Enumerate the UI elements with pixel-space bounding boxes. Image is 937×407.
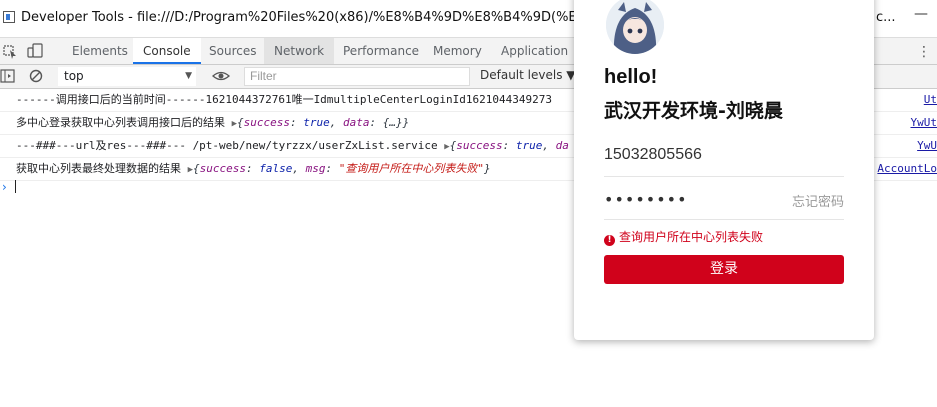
context-selector[interactable]: top ▼ xyxy=(58,67,196,86)
chevron-down-icon: ▼ xyxy=(185,71,192,81)
login-card: hello! 武汉开发环境-刘晓晨 15032805566 •••••••• 忘… xyxy=(574,0,874,340)
expand-triangle-icon: ▶ xyxy=(187,165,194,175)
filter-input[interactable]: Filter xyxy=(244,67,470,86)
log-text: 获取中心列表最终处理数据的结果 xyxy=(16,162,181,175)
minimize-button[interactable]: — xyxy=(914,6,928,22)
log-message-4: 获取中心列表最终处理数据的结果 ▶{success: false, msg: "… xyxy=(16,158,491,181)
obj-data-partial: da xyxy=(555,139,569,152)
environment-title: 武汉开发环境-刘晓晨 xyxy=(604,100,783,122)
avatar xyxy=(606,0,664,54)
tab-sources[interactable]: Sources xyxy=(199,38,266,64)
device-toolbar-icon[interactable] xyxy=(24,38,48,64)
obj-data: {…} xyxy=(382,116,403,129)
divider xyxy=(604,176,844,177)
phone-field[interactable]: 15032805566 xyxy=(604,146,702,164)
window-title: Developer Tools - file:///D:/Program%20F… xyxy=(21,10,644,25)
forgot-password-link[interactable]: 忘记密码 xyxy=(792,191,844,210)
console-prompt-icon: › xyxy=(2,180,7,194)
log-message-2: 多中心登录获取中心列表调用接口后的结果 ▶{success: true, dat… xyxy=(16,112,409,135)
inspect-element-icon[interactable] xyxy=(0,38,24,64)
error-icon: ! xyxy=(604,235,615,246)
sidebar-toggle-icon[interactable] xyxy=(0,68,16,88)
tab-application[interactable]: Application xyxy=(491,38,578,64)
expand-triangle-icon: ▶ xyxy=(444,142,450,152)
obj-success: true xyxy=(515,139,543,152)
source-link[interactable]: AccountLo xyxy=(877,158,937,180)
login-button[interactable]: 登录 xyxy=(604,255,844,284)
source-link[interactable]: YwU xyxy=(917,135,937,157)
error-text: 查询用户所在中心列表失败 xyxy=(619,230,764,244)
log-text: 多中心登录获取中心列表调用接口后的结果 xyxy=(16,116,225,129)
source-link[interactable]: YwUt xyxy=(911,112,937,134)
console-input[interactable] xyxy=(15,180,16,193)
tab-console[interactable]: Console xyxy=(133,38,201,64)
log-object[interactable]: ▶{success: true, data: {…}} xyxy=(232,116,410,129)
log-levels-dropdown[interactable]: Default levels ▼ xyxy=(480,68,576,82)
expand-triangle-icon: ▶ xyxy=(231,119,238,129)
more-tabs-icon[interactable]: ⋮ xyxy=(917,44,931,60)
obj-success: false xyxy=(259,162,293,175)
password-field[interactable]: •••••••• xyxy=(604,190,688,209)
clear-console-icon[interactable] xyxy=(28,68,44,88)
error-message: ! 查询用户所在中心列表失败 xyxy=(604,228,763,246)
window-title-tail: c... xyxy=(876,10,896,25)
tab-network[interactable]: Network xyxy=(264,38,335,64)
log-message-3: ---###---url及res---###--- /pt-web/new/ty… xyxy=(16,135,569,158)
divider xyxy=(604,219,844,220)
log-object[interactable]: ▶{success: true, da xyxy=(444,139,569,152)
tab-elements[interactable]: Elements xyxy=(62,38,138,64)
tab-memory[interactable]: Memory xyxy=(423,38,492,64)
log-text: ---###---url及res---###--- /pt-web/new/ty… xyxy=(16,139,438,152)
source-link[interactable]: Ut xyxy=(924,89,937,111)
greeting: hello! xyxy=(604,66,658,88)
devtools-icon xyxy=(3,11,15,23)
obj-msg: "查询用户所在中心列表失败" xyxy=(338,162,485,175)
log-object[interactable]: ▶{success: false, msg: "查询用户所在中心列表失败"} xyxy=(188,162,491,175)
obj-success: true xyxy=(303,116,330,129)
tab-performance[interactable]: Performance xyxy=(333,38,429,64)
eye-icon[interactable] xyxy=(212,68,230,88)
log-message: ------调用接口后的当前时间------1621044372761唯一Idm… xyxy=(16,93,552,106)
context-value: top xyxy=(64,69,84,83)
